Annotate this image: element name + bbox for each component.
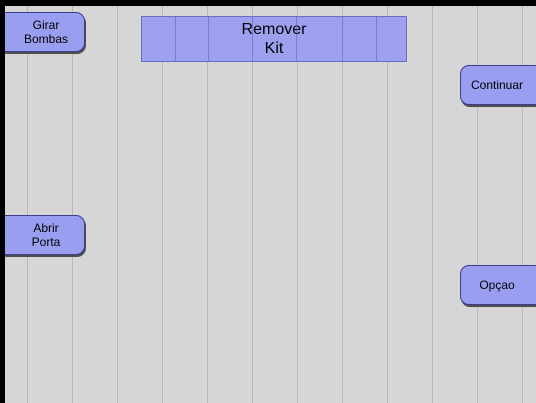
abrir-porta-line2: Porta [31, 235, 61, 249]
remover-kit-line2: Kit [264, 40, 284, 57]
abrir-porta-line1: Abrir [33, 221, 59, 235]
continuar-label: Continuar [470, 78, 524, 92]
button-divider [175, 17, 176, 61]
abrir-porta-button[interactable]: Abrir Porta [5, 215, 85, 255]
button-divider [208, 17, 209, 61]
girar-bombas-line1: Girar [32, 18, 60, 32]
girar-bombas-line2: Bombas [23, 32, 69, 46]
opcao-label: Opçao [479, 278, 515, 292]
button-divider [342, 17, 343, 61]
opcao-button[interactable]: Opçao [460, 265, 536, 305]
girar-bombas-button[interactable]: Girar Bombas [5, 12, 85, 52]
continuar-button[interactable]: Continuar [460, 65, 536, 105]
button-divider [252, 17, 253, 61]
button-divider [296, 17, 297, 61]
button-divider [376, 17, 377, 61]
remover-kit-button[interactable]: Remover Kit [141, 16, 407, 62]
touch-screen: Girar Bombas Remover Kit Continuar Abrir… [5, 6, 536, 403]
